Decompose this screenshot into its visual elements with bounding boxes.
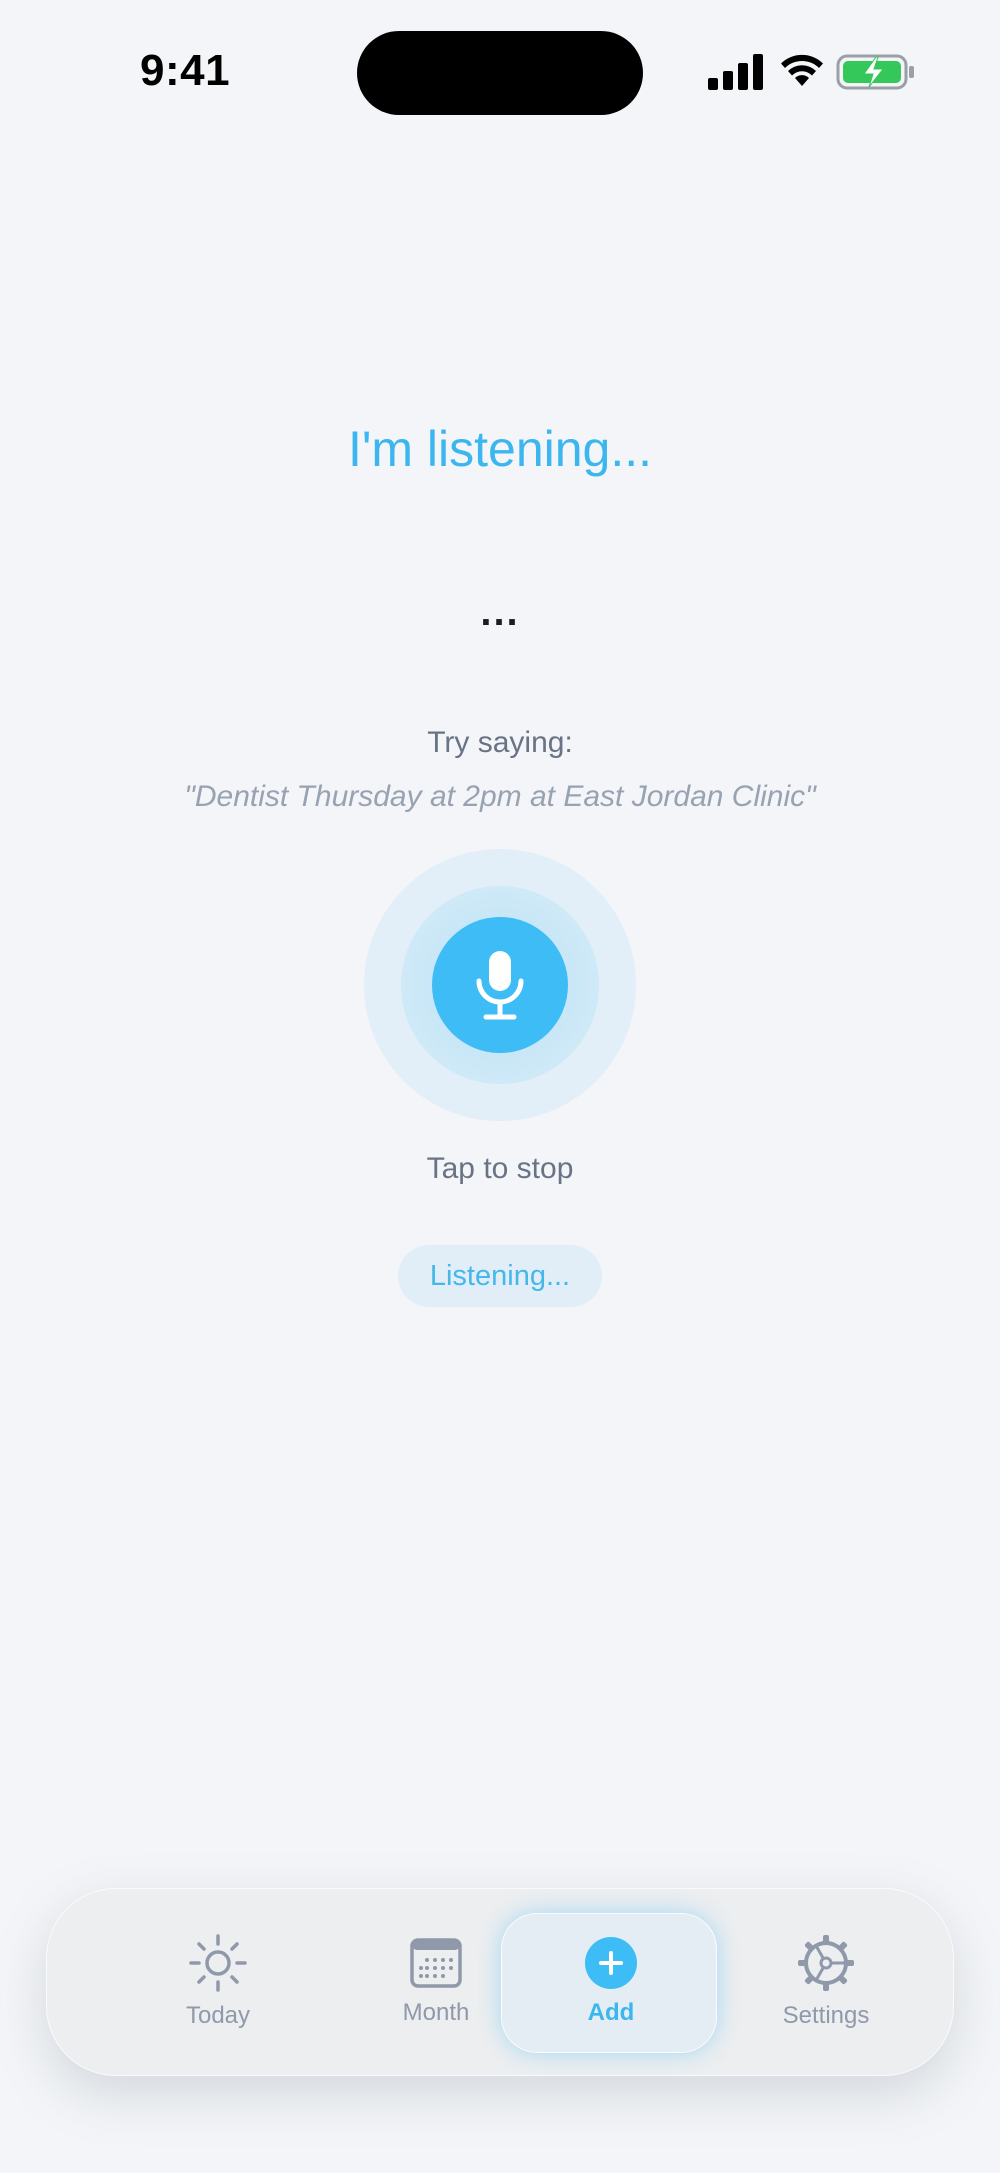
tab-add-label: Add xyxy=(587,1999,635,2026)
sun-icon xyxy=(189,1934,247,1992)
signal-icon xyxy=(708,54,763,90)
hint-example: "Dentist Thursday at 2pm at East Jordan … xyxy=(184,780,816,813)
tab-today-label: Today xyxy=(185,2002,251,2029)
status-badge: Listening... xyxy=(398,1245,602,1307)
transcript-text: ... xyxy=(480,590,520,634)
tab-settings[interactable]: Settings xyxy=(716,1888,936,2076)
status-time: 9:41 xyxy=(140,46,231,95)
hint-label: Try saying: xyxy=(427,726,573,759)
calendar-icon xyxy=(410,1938,462,1988)
tab-month-label: Month xyxy=(402,1999,470,2026)
battery-charging-icon xyxy=(836,54,914,90)
tab-today[interactable]: Today xyxy=(108,1888,328,2076)
wifi-icon xyxy=(781,54,823,86)
microphone-icon xyxy=(476,951,524,1020)
tab-settings-label: Settings xyxy=(782,2002,870,2029)
gear-icon xyxy=(798,1935,854,1991)
page-title: I'm listening... xyxy=(347,421,653,477)
tab-bar: Today Month Add Settings xyxy=(46,1888,954,2076)
tab-add[interactable]: Add xyxy=(501,1888,721,2076)
plus-circle-icon xyxy=(585,1937,637,1989)
dynamic-island xyxy=(357,31,643,115)
mic-button[interactable] xyxy=(432,917,568,1053)
mic-action-label: Tap to stop xyxy=(426,1152,574,1185)
